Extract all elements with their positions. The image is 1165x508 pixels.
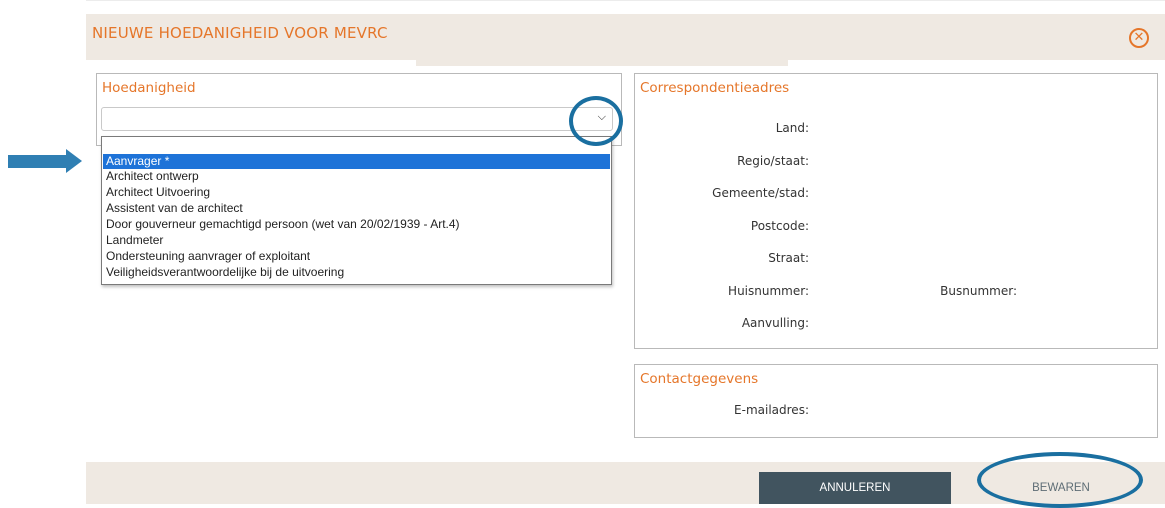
dropdown-option-aanvrager[interactable]: Aanvrager * — [103, 154, 610, 169]
email-label: E-mailadres: — [734, 403, 809, 417]
straat-label: Straat: — [768, 251, 809, 265]
contact-panel: Contactgegevens E-mailadres: — [634, 364, 1158, 438]
huisnummer-label: Huisnummer: — [728, 284, 809, 298]
correspondentie-panel: Correspondentieadres Land: Regio/staat: … — [634, 73, 1158, 349]
land-label: Land: — [775, 121, 809, 135]
dropdown-option-ondersteuning[interactable]: Ondersteuning aanvrager of exploitant — [103, 249, 610, 264]
busnummer-label: Busnummer: — [940, 284, 1017, 298]
aanvulling-label: Aanvulling: — [741, 316, 809, 330]
dropdown-highlight-circle — [569, 96, 623, 146]
dropdown-option-architect-ontwerp[interactable]: Architect ontwerp — [103, 169, 610, 184]
arrow-head-icon — [66, 149, 82, 173]
dropdown-option-landmeter[interactable]: Landmeter — [103, 233, 610, 248]
contact-title: Contactgegevens — [640, 371, 759, 387]
hoedanigheid-dropdown-list[interactable]: Aanvrager * Architect ontwerp Architect … — [101, 136, 612, 285]
dropdown-option-veiligheid[interactable]: Veiligheidsverantwoordelijke bij de uitv… — [103, 265, 610, 280]
save-highlight-ellipse — [977, 452, 1143, 508]
hoedanigheid-select[interactable]: ⌵ — [101, 107, 613, 131]
close-icon[interactable]: ✕ — [1129, 28, 1149, 48]
top-divider — [86, 0, 1165, 1]
hoedanigheid-title: Hoedanigheid — [102, 80, 196, 96]
modal-title: NIEUWE HOEDANIGHEID VOOR MEVRC — [92, 24, 388, 42]
regio-label: Regio/staat: — [737, 154, 809, 168]
header-overlay — [416, 14, 788, 66]
dropdown-option-assistent[interactable]: Assistent van de architect — [103, 201, 610, 216]
cancel-button[interactable]: ANNULEREN — [759, 472, 951, 504]
postcode-label: Postcode: — [750, 219, 809, 233]
arrow-right-icon — [8, 155, 68, 168]
gemeente-label: Gemeente/stad: — [712, 186, 809, 200]
correspondentie-title: Correspondentieadres — [640, 80, 790, 96]
dropdown-option-gouverneur[interactable]: Door gouverneur gemachtigd persoon (wet … — [103, 217, 610, 232]
modal-header: NIEUWE HOEDANIGHEID VOOR MEVRC ✕ — [86, 14, 1165, 66]
dropdown-option-architect-uitvoering[interactable]: Architect Uitvoering — [103, 185, 610, 200]
